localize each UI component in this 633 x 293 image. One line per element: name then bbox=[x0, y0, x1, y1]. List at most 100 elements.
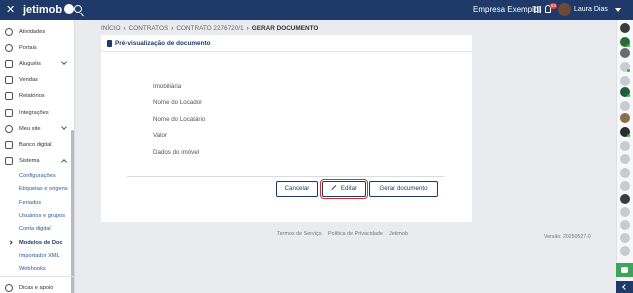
sidebar-item-integracoes[interactable]: Integrações bbox=[0, 105, 74, 121]
globe-icon bbox=[5, 125, 13, 133]
chevron-right-icon bbox=[8, 240, 13, 245]
book-icon bbox=[5, 60, 13, 68]
sub-item-configuracoes[interactable]: Configurações bbox=[19, 172, 56, 180]
divider bbox=[127, 176, 445, 177]
contact-avatar[interactable] bbox=[620, 101, 630, 111]
edit-button[interactable]: Editar bbox=[320, 179, 368, 199]
sub-item-importador-xml[interactable]: Importador XML bbox=[19, 252, 60, 260]
company-name[interactable]: Empresa Exemplo bbox=[473, 4, 538, 16]
sidebar-item-alugueis[interactable]: Aluguéis bbox=[0, 56, 74, 72]
chevron-down-icon bbox=[61, 124, 67, 130]
breadcrumb-item[interactable]: CONTRATOS bbox=[129, 25, 169, 32]
version-label: Versão: 20250527-0 bbox=[544, 234, 591, 240]
puzzle-icon bbox=[5, 109, 13, 117]
document-icon bbox=[107, 40, 112, 47]
chat-button[interactable] bbox=[616, 263, 633, 277]
handshake-icon bbox=[5, 76, 13, 84]
contact-avatar[interactable] bbox=[620, 113, 630, 123]
sub-item-etiquetas[interactable]: Etiquetas e origens bbox=[19, 185, 68, 193]
breadcrumb-item[interactable]: INÍCIO bbox=[101, 25, 121, 32]
online-indicator bbox=[627, 134, 630, 137]
contact-avatar[interactable] bbox=[620, 246, 630, 256]
notification-badge: 84 bbox=[550, 3, 558, 9]
contact-avatar[interactable] bbox=[620, 194, 630, 204]
chevron-up-icon bbox=[61, 159, 67, 165]
preview-field: Valor bbox=[153, 132, 167, 139]
preview-field: Nome do Locatário bbox=[153, 116, 206, 123]
contact-avatar[interactable] bbox=[620, 141, 630, 151]
user-name[interactable]: Laura Dias bbox=[574, 4, 608, 16]
card-title: Pré-visualização de documento bbox=[115, 40, 211, 47]
generate-document-button[interactable]: Gerar documento bbox=[369, 181, 438, 197]
apps-grid-icon[interactable] bbox=[534, 6, 541, 13]
sub-item-feriados[interactable]: Feriados bbox=[19, 199, 41, 207]
sub-item-conta-digital[interactable]: Conta digital bbox=[19, 225, 51, 233]
contact-avatar[interactable] bbox=[620, 181, 630, 191]
sidebar-item-label: Vendas bbox=[19, 77, 38, 83]
contact-avatar[interactable] bbox=[620, 48, 630, 58]
logo[interactable]: jetimob bbox=[23, 3, 75, 17]
breadcrumb: INÍCIO › CONTRATOS › CONTRATO 2276720/1 › GERA… bbox=[101, 24, 318, 33]
sidebar-item-label: Relatórios bbox=[19, 93, 45, 99]
cancel-button[interactable]: Cancelar bbox=[276, 181, 318, 197]
sidebar-item-label: Banco digital bbox=[19, 142, 52, 148]
preview-field: Nome do Locador bbox=[153, 99, 203, 106]
piggy-bank-icon bbox=[5, 141, 13, 149]
sidebar-item-vendas[interactable]: Vendas bbox=[0, 72, 74, 88]
card-header: Pré-visualização de documento bbox=[101, 35, 472, 52]
info-icon bbox=[5, 284, 13, 292]
footer-link-privacy[interactable]: Política de Privacidade bbox=[328, 230, 383, 238]
monitor-icon bbox=[5, 157, 13, 165]
sidebar-item-label: Integrações bbox=[19, 110, 49, 116]
sub-item-usuarios[interactable]: Usuários e grupos bbox=[19, 212, 65, 220]
footer-link-terms[interactable]: Termos de Serviço bbox=[277, 230, 322, 238]
sidebar-item-meu-site[interactable]: Meu site bbox=[0, 121, 74, 137]
online-indicator bbox=[627, 69, 630, 72]
logo-mark-icon bbox=[64, 4, 75, 14]
sub-item-modelos-de-doc[interactable]: Modelos de Doc bbox=[19, 239, 63, 247]
collapse-button[interactable] bbox=[616, 281, 633, 293]
chat-icon bbox=[621, 267, 628, 273]
contact-avatar[interactable] bbox=[620, 76, 630, 86]
sidebar-item-label: Atividades bbox=[19, 29, 46, 35]
chevron-left-icon bbox=[622, 284, 628, 290]
sidebar-item-atividades[interactable]: Atividades bbox=[0, 24, 74, 40]
chevron-down-icon[interactable] bbox=[615, 8, 621, 12]
contact-avatar[interactable] bbox=[620, 154, 630, 164]
contact-avatar[interactable] bbox=[620, 23, 630, 33]
user-avatar[interactable] bbox=[558, 3, 571, 16]
contact-avatar[interactable] bbox=[620, 207, 630, 217]
breadcrumb-current: GERAR DOCUMENTO bbox=[251, 25, 319, 32]
footer-link-jetimob[interactable]: Jetimob bbox=[389, 230, 408, 238]
sidebar-item-sistema[interactable]: Sistema bbox=[0, 153, 74, 169]
sidebar-item-relatorios[interactable]: Relatórios bbox=[0, 88, 74, 104]
edit-button-label: Editar bbox=[340, 185, 358, 192]
sub-item-webhooks[interactable]: Webhooks bbox=[19, 265, 46, 273]
contact-avatar[interactable] bbox=[620, 220, 630, 230]
sidebar-item-label: Portais bbox=[19, 45, 37, 51]
pencil-icon bbox=[331, 184, 337, 190]
sidebar-item-dicas[interactable]: Dicas e apoio bbox=[0, 280, 74, 293]
sidebar-item-label: Aluguéis bbox=[19, 61, 41, 67]
sidebar-item-banco-digital[interactable]: Banco digital bbox=[0, 137, 74, 153]
preview-field: Dados do imóvel bbox=[153, 149, 200, 156]
close-icon[interactable]: ✕ bbox=[6, 3, 15, 17]
sidebar: Atividades Portais Aluguéis Vendas Relat… bbox=[0, 20, 75, 293]
sidebar-item-label: Sistema bbox=[19, 158, 40, 164]
breadcrumb-item[interactable]: CONTRATO 2276720/1 bbox=[176, 25, 243, 32]
search-icon[interactable] bbox=[74, 5, 82, 13]
preview-field: Imobiliária bbox=[153, 83, 182, 90]
chevron-right-icon: › bbox=[246, 25, 249, 32]
sidebar-item-portais[interactable]: Portais bbox=[0, 40, 74, 56]
chevron-right-icon: › bbox=[171, 25, 174, 32]
top-bar: ✕ jetimob Empresa Exemplo 84 Laura Dias bbox=[0, 0, 633, 20]
sidebar-item-label: Meu site bbox=[19, 126, 41, 132]
online-indicator bbox=[627, 44, 630, 47]
sidebar-item-label: Dicas e apoio bbox=[19, 285, 54, 291]
online-indicator bbox=[627, 94, 630, 97]
contact-avatar[interactable] bbox=[620, 233, 630, 243]
sidebar-scrollbar[interactable] bbox=[71, 130, 74, 293]
contact-avatar[interactable] bbox=[620, 168, 630, 178]
report-icon bbox=[5, 92, 13, 100]
globe-icon bbox=[5, 44, 13, 52]
